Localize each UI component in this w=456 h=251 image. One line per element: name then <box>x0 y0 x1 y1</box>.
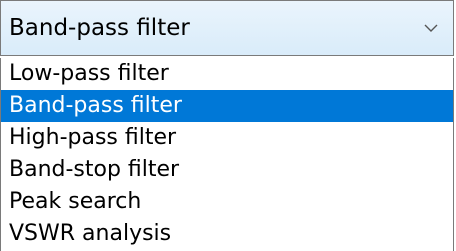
option-high-pass-filter[interactable]: High-pass filter <box>1 122 453 154</box>
filter-type-dropdown[interactable]: Band-pass filter <box>0 0 454 56</box>
option-low-pass-filter[interactable]: Low-pass filter <box>1 58 453 90</box>
option-band-stop-filter[interactable]: Band-stop filter <box>1 154 453 186</box>
option-band-pass-filter[interactable]: Band-pass filter <box>1 90 453 122</box>
dropdown-selected-value: Band-pass filter <box>9 15 190 41</box>
dropdown-options-list: Low-pass filter Band-pass filter High-pa… <box>0 58 454 251</box>
option-vswr-analysis[interactable]: VSWR analysis <box>1 218 453 250</box>
option-peak-search[interactable]: Peak search <box>1 186 453 218</box>
chevron-down-icon[interactable] <box>409 1 453 55</box>
